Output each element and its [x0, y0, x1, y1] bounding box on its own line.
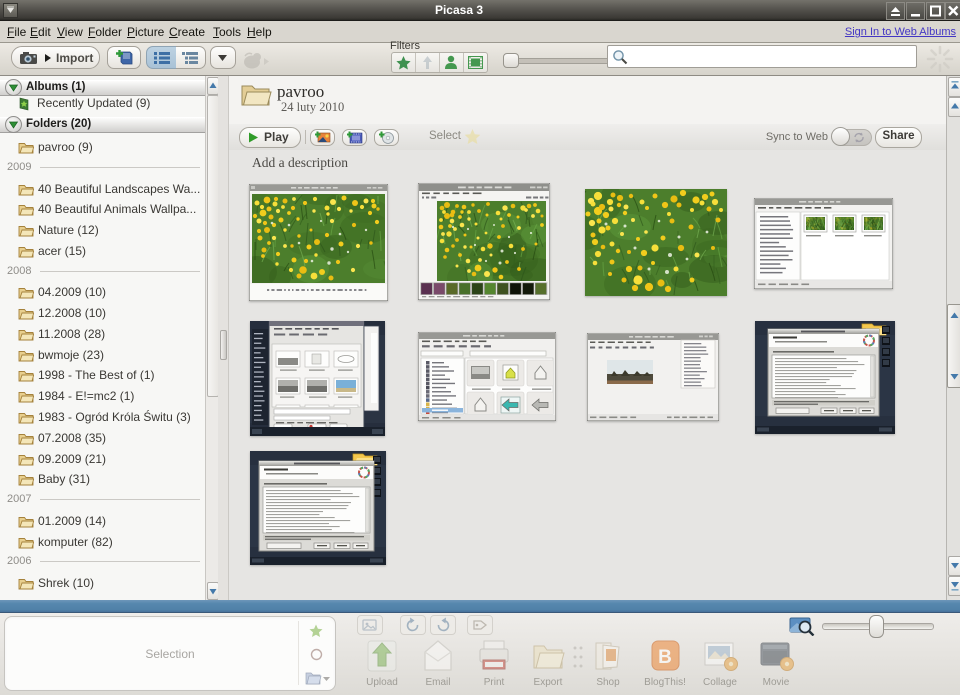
svg-text:B: B [658, 647, 672, 668]
